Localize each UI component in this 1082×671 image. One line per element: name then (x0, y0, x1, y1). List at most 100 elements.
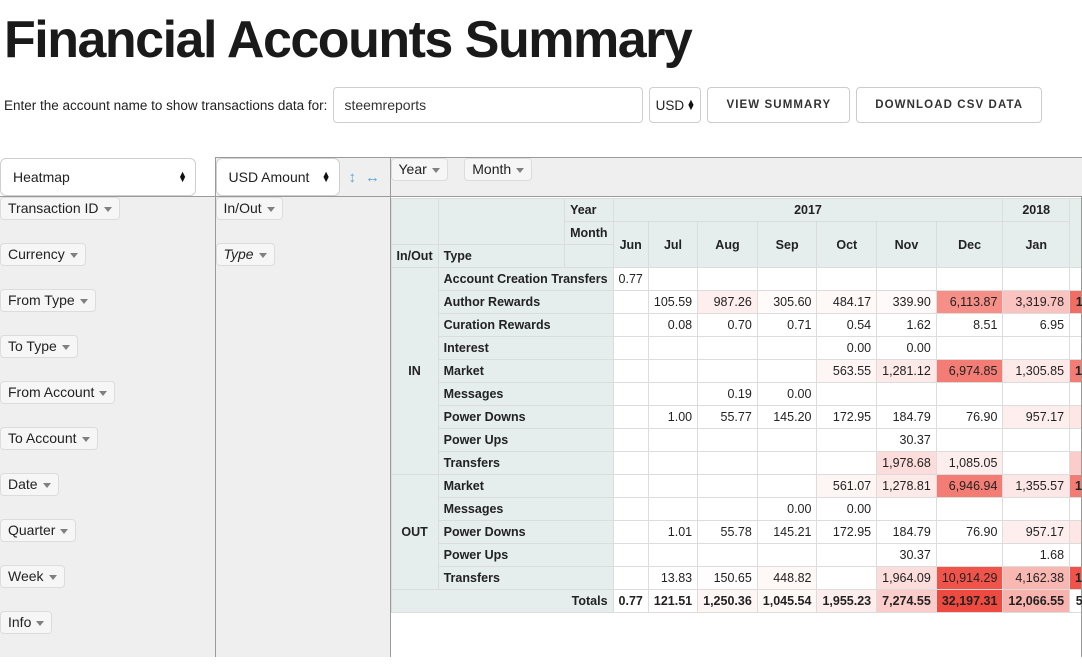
unused-attribute-from-account[interactable]: From Account (0, 381, 116, 404)
sort-horizontal-icon[interactable]: ↔ (365, 170, 380, 185)
aggregator-select[interactable]: USD Amount ▲ ▼ (215, 158, 340, 196)
data-cell: 1,355.57 (1002, 474, 1071, 498)
col-axis-label-month: Month (564, 221, 614, 245)
col-year-header: 2017 (612, 198, 1004, 222)
data-cell: 0.00 (816, 497, 878, 521)
col-month-header: Jun (612, 221, 649, 268)
data-cell (935, 336, 1004, 360)
unused-attribute-quarter[interactable]: Quarter (0, 519, 77, 542)
col-attribute-year[interactable]: Year (390, 158, 448, 181)
data-cell: 1,085.05 (935, 451, 1004, 475)
unused-attribute-from-type[interactable]: From Type (0, 289, 96, 312)
data-cell: 3,319.78 (1002, 290, 1071, 314)
renderer-control-cell: Heatmap ▲ ▼ (0, 157, 215, 197)
view-summary-button[interactable]: VIEW SUMMARY (707, 87, 851, 123)
data-cell (612, 405, 649, 429)
table-row: INAccount Creation Transfers0.770.77 (390, 267, 1082, 475)
chevron-down-icon (69, 252, 78, 258)
data-cell (697, 451, 758, 475)
renderer-select[interactable]: Heatmap ▲ ▼ (0, 157, 196, 196)
data-cell (647, 497, 699, 521)
data-cell (647, 451, 699, 475)
table-row: Power Downs 1.00 55.77 145.20 172.95 184.79 76… (391, 405, 1082, 429)
table-row: Messages0.190.000.19 (391, 382, 1082, 406)
chevron-down-icon (266, 206, 275, 212)
data-cell: 448.82 (756, 566, 818, 590)
row-group-label-out: OUT (390, 474, 439, 590)
data-cell: 1.62 (876, 313, 937, 337)
data-cell (1002, 428, 1071, 452)
data-cell: 1.68 (1002, 543, 1071, 567)
col-attribute-month-label: Month (472, 161, 512, 177)
table-row: Interest 0.000.00 0.01 (391, 336, 1082, 360)
data-cell: 561.07 (816, 474, 878, 498)
data-cell: 184.79 (876, 405, 937, 429)
renderer-select-value: Heatmap (13, 168, 70, 185)
data-cell: 6,113.87 (935, 290, 1004, 314)
download-csv-button[interactable]: DOWNLOAD CSV DATA (856, 87, 1043, 123)
data-cell (647, 336, 699, 360)
col-attribute-month[interactable]: Month (464, 158, 533, 181)
data-cell: 1.00 (647, 405, 699, 429)
data-cell: 957.17 (1002, 405, 1071, 429)
row-label: Messages (437, 382, 614, 406)
data-cell (612, 313, 649, 337)
row-axis-label-in-out: In/Out (390, 244, 439, 268)
unused-attribute-info[interactable]: Info (0, 611, 53, 634)
data-cell: 105.59 (647, 290, 699, 314)
heatmap-table-head: Year 20172018Totals Month JunJulAugSepOc… (390, 198, 1082, 268)
data-cell: 1,978.68 (876, 451, 937, 475)
column-total-cell: 1,250.36 (697, 589, 758, 613)
data-cell: 172.95 (816, 405, 878, 429)
pill-label: Transaction ID (8, 200, 99, 216)
row-label: Curation Rewards (437, 313, 614, 337)
pill-label: From Account (8, 384, 95, 400)
unused-attribute-to-account[interactable]: To Account (0, 427, 98, 450)
data-cell: 1,278.81 (876, 474, 937, 498)
unused-attribute-week[interactable]: Week (0, 565, 65, 588)
data-cell (1002, 451, 1071, 475)
chevron-down-icon (61, 344, 70, 350)
data-cell: 957.17 (1002, 520, 1071, 544)
data-cell: 145.20 (756, 405, 818, 429)
unused-attribute-date[interactable]: Date (0, 473, 59, 496)
table-row: Messages0.000.000.00 (391, 497, 1082, 521)
chevron-down-icon (99, 390, 108, 396)
column-total-cell: 1,045.54 (756, 589, 818, 613)
currency-select[interactable]: USD ▲ ▼ (649, 87, 702, 123)
row-label: Messages (437, 497, 614, 521)
pill-label: Week (8, 568, 44, 584)
pivot-output-cell: Year 20172018Totals Month JunJulAugSepOc… (390, 196, 1082, 657)
chevron-down-icon (60, 528, 69, 534)
data-cell: 150.65 (697, 566, 758, 590)
table-row: Transfers 13.83 150.65 448.82 1,964.09 10,914… (391, 566, 1082, 590)
sort-vertical-icon[interactable]: ↕ (349, 170, 357, 185)
data-cell (612, 543, 649, 567)
currency-select-value: USD (655, 97, 685, 113)
unused-attribute-currency[interactable]: Currency (0, 243, 86, 266)
data-cell (756, 336, 818, 360)
data-cell (1002, 382, 1071, 406)
data-cell (1002, 267, 1071, 291)
spinner-icon: ▲ ▼ (686, 97, 696, 112)
col-month-header: Dec (935, 221, 1004, 268)
row-attribute-type[interactable]: Type (215, 243, 275, 266)
row-total-cell: 32.05 (1069, 543, 1082, 567)
totals-column-header: Totals (1069, 198, 1082, 268)
col-axis-label-year: Year (564, 198, 614, 222)
unused-attribute-to-type[interactable]: To Type (0, 335, 78, 358)
row-total-cell: 10,142.39 (1069, 474, 1082, 498)
unused-attribute-transaction-id[interactable]: Transaction ID (0, 197, 120, 220)
corner-blank-1 (390, 198, 439, 245)
col-month-header: Oct (816, 221, 878, 268)
data-cell (612, 566, 649, 590)
data-cell (816, 543, 878, 567)
data-cell (935, 543, 1004, 567)
row-total-cell: 17,654.06 (1069, 566, 1082, 590)
account-name-input[interactable] (333, 87, 644, 123)
col-attribute-year-label: Year (398, 161, 427, 177)
chevron-down-icon (48, 574, 57, 580)
grand-total-cell: 55,911.80 (1069, 589, 1082, 613)
row-attribute-in-out[interactable]: In/Out (215, 197, 283, 220)
aggregator-select-value: USD Amount (228, 169, 310, 185)
